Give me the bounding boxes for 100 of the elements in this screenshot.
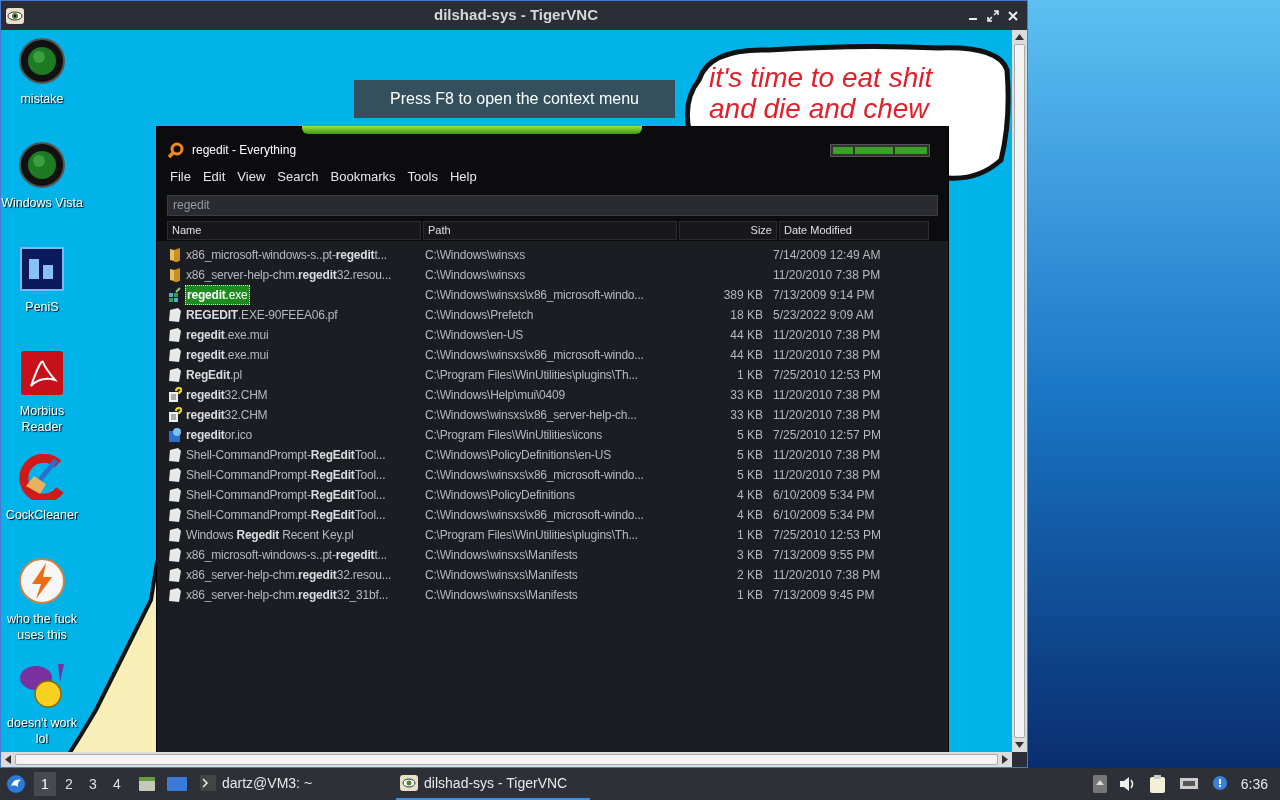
broom-icon [18,454,66,500]
file-icon [167,327,182,343]
clock[interactable]: 6:36 [1240,773,1268,795]
file-name[interactable]: regedit32.CHM [185,386,269,404]
file-path: C:\Windows\en-US [424,327,525,344]
scroll-left-icon[interactable] [5,755,11,764]
file-size: 44 KB [730,347,763,364]
file-path: C:\Windows\PolicyDefinitions [424,487,576,504]
search-field[interactable]: regedit [167,194,938,216]
file-path: C:\Windows\winsxs\x86_microsoft-windo... [424,347,645,364]
horizontal-scrollbar[interactable] [1,752,1012,767]
taskbar-button[interactable]: dartz@VM3: ~ [196,768,317,800]
menu-item[interactable]: Tools [402,167,443,187]
date-modified: 6/10/2009 5:34 PM [772,487,875,504]
file-path: C:\Windows\PolicyDefinitions\en-US [424,447,612,464]
file-icon [167,547,182,563]
file-name[interactable]: Shell-CommandPrompt-RegEditTool... [185,486,387,504]
scroll-up-icon[interactable] [1015,34,1024,40]
clipboard-icon[interactable] [1148,774,1167,794]
file-size: 33 KB [730,387,763,404]
date-modified: 11/20/2010 7:38 PM [772,327,881,344]
bubble-text: it's time to eat shit [709,62,933,93]
file-size: 33 KB [730,407,763,424]
file-path: C:\Windows\Prefetch [424,307,535,324]
file-path: C:\Program Files\WinUtilities\plugins\Th... [424,527,639,544]
date-modified: 11/20/2010 7:38 PM [772,447,881,464]
date-modified: 7/25/2010 12:53 PM [772,527,882,544]
column-header[interactable]: Date Modified [779,221,929,240]
date-modified: 6/10/2009 5:34 PM [772,507,875,524]
workspace-button[interactable]: 1 [34,772,56,796]
workspace-button[interactable]: 2 [58,772,80,796]
file-name[interactable]: RegEdit.pl [185,366,243,384]
file-icon [167,347,182,363]
date-modified: 7/13/2009 9:55 PM [772,547,875,564]
file-name[interactable]: Windows Regedit Recent Key.pl [185,526,355,544]
help-file-icon [167,407,182,423]
vertical-scrollbar[interactable] [1012,30,1027,752]
date-modified: 11/20/2010 7:38 PM [772,267,881,284]
scroll-right-icon[interactable] [1002,755,1008,764]
file-path: C:\Windows\winsxs\Manifests [424,547,579,564]
date-modified: 7/14/2009 12:49 AM [772,247,881,264]
column-header[interactable]: Size [679,221,777,240]
file-name[interactable]: REGEDIT.EXE-90FEEA06.pf [185,306,339,324]
column-header[interactable]: Path [423,221,677,240]
file-name[interactable]: x86_microsoft-windows-s..pt-regeditt... [185,246,388,264]
file-icon [167,587,182,603]
bubble-text: and die and chew [709,93,931,124]
network-icon[interactable] [1178,776,1199,792]
date-modified: 11/20/2010 7:38 PM [772,407,881,424]
date-modified: 7/13/2009 9:45 PM [772,587,875,604]
help-file-icon [167,387,182,403]
registry-icon [167,287,182,303]
file-path: C:\Windows\Help\mui\0409 [424,387,566,404]
window-controls[interactable] [830,143,930,157]
file-name[interactable]: regedit.exe.mui [185,326,270,344]
file-name[interactable]: regedit.exe [185,285,250,305]
menu-item[interactable]: Help [444,167,482,187]
file-name[interactable]: regedit32.CHM [185,406,269,424]
orb-icon [19,142,65,188]
file-icon [167,307,182,323]
window-title: dilshad-sys - TigerVNC [434,5,598,26]
file-name[interactable]: x86_server-help-chm.regedit32.resou... [185,566,393,584]
date-modified: 11/20/2010 7:38 PM [772,567,881,584]
file-manager-icon[interactable] [138,775,156,793]
start-menu-icon[interactable] [6,774,26,794]
file-size: 1 KB [737,367,763,384]
file-name[interactable]: Shell-CommandPrompt-RegEditTool... [185,506,387,524]
file-icon [167,447,182,463]
notification-icon[interactable] [1210,775,1229,793]
file-name[interactable]: x86_server-help-chm.regedit32.resou... [185,266,393,284]
date-modified: 11/20/2010 7:38 PM [772,387,881,404]
file-size: 1 KB [737,527,763,544]
file-size: 2 KB [737,567,763,584]
scroll-down-icon[interactable] [1015,742,1024,748]
file-name[interactable]: x86_server-help-chm.regedit32_31bf... [185,586,390,604]
menu-item[interactable]: View [232,167,271,187]
file-name[interactable]: Shell-CommandPrompt-RegEditTool... [185,466,387,484]
file-path: C:\Windows\winsxs [424,267,526,284]
file-name[interactable]: regeditor.ico [185,426,254,444]
taskbar-button[interactable]: dilshad-sys - TigerVNC [396,768,591,800]
file-size: 44 KB [730,327,763,344]
file-size: 5 KB [737,447,763,464]
maximize-icon[interactable] [987,9,999,22]
column-header[interactable]: Name [167,221,421,240]
file-icon [167,567,182,583]
workspace-button[interactable]: 4 [106,772,128,796]
file-size: 5 KB [737,467,763,484]
eye-icon [400,775,419,791]
file-name[interactable]: Shell-CommandPrompt-RegEditTool... [185,446,387,464]
menu-item[interactable]: Bookmarks [325,167,401,187]
close-icon[interactable] [1007,9,1019,22]
file-size: 5 KB [737,427,763,444]
menu-item[interactable]: Search [272,167,324,187]
file-size: 389 KB [723,287,763,304]
workspace-button[interactable]: 3 [82,772,104,796]
menu-item[interactable]: File [165,167,196,187]
desktop-icon[interactable] [166,775,188,793]
file-name[interactable]: x86_microsoft-windows-s..pt-regeditt... [185,546,388,564]
menu-item[interactable]: Edit [197,167,231,187]
file-name[interactable]: regedit.exe.mui [185,346,270,364]
